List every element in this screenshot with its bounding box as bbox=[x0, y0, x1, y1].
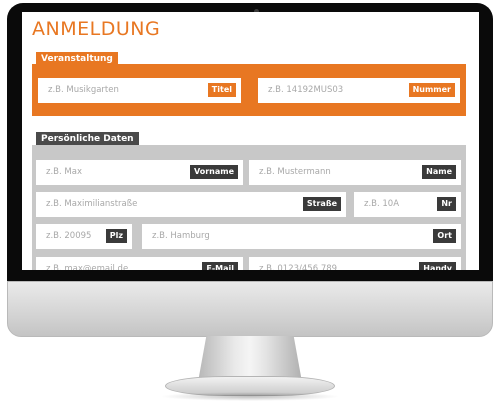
event-number-placeholder: z.B. 14192MUS03 bbox=[268, 85, 344, 95]
lastname-placeholder: z.B. Mustermann bbox=[259, 167, 331, 177]
event-number-label: Nummer bbox=[408, 83, 455, 97]
page-title: ANMELDUNG bbox=[32, 18, 161, 40]
phone-label: Handy bbox=[419, 262, 456, 270]
event-title-label: Titel bbox=[207, 83, 236, 97]
screen: ANMELDUNG Veranstaltung z.B. Musikgarten… bbox=[22, 12, 479, 270]
monitor-stand-shadow bbox=[160, 392, 340, 401]
event-title-placeholder: z.B. Musikgarten bbox=[48, 85, 119, 95]
email-field[interactable]: z.B. max@email.de E-Mail bbox=[36, 257, 243, 270]
event-title-field[interactable]: z.B. Musikgarten Titel bbox=[38, 78, 241, 103]
personal-section: z.B. Max Vorname z.B. Mustermann Name z.… bbox=[32, 145, 466, 270]
zip-field[interactable]: z.B. 20095 Plz bbox=[36, 224, 132, 249]
street-label: Straße bbox=[302, 197, 341, 211]
phone-field[interactable]: z.B. 0123/456 789 Handy bbox=[249, 257, 461, 270]
email-placeholder: z.B. max@email.de bbox=[46, 264, 129, 270]
lastname-field[interactable]: z.B. Mustermann Name bbox=[249, 160, 461, 185]
house-number-label: Nr bbox=[437, 197, 456, 211]
zip-label: Plz bbox=[105, 229, 127, 243]
section-label-personal: Persönliche Daten bbox=[36, 132, 139, 146]
house-number-field[interactable]: z.B. 10A Nr bbox=[354, 192, 461, 217]
house-number-placeholder: z.B. 10A bbox=[364, 199, 400, 209]
street-placeholder: z.B. Maximilianstraße bbox=[46, 199, 138, 209]
phone-placeholder: z.B. 0123/456 789 bbox=[259, 264, 338, 270]
city-field[interactable]: z.B. Hamburg Ort bbox=[142, 224, 461, 249]
city-placeholder: z.B. Hamburg bbox=[152, 231, 210, 241]
firstname-label: Vorname bbox=[189, 165, 238, 179]
zip-placeholder: z.B. 20095 bbox=[46, 231, 92, 241]
email-label: E-Mail bbox=[202, 262, 238, 270]
firstname-placeholder: z.B. Max bbox=[46, 167, 82, 177]
monitor-chin bbox=[7, 281, 493, 337]
event-number-field[interactable]: z.B. 14192MUS03 Nummer bbox=[258, 78, 460, 103]
city-label: Ort bbox=[433, 229, 456, 243]
lastname-label: Name bbox=[422, 165, 456, 179]
firstname-field[interactable]: z.B. Max Vorname bbox=[36, 160, 243, 185]
street-field[interactable]: z.B. Maximilianstraße Straße bbox=[36, 192, 346, 217]
event-section: z.B. Musikgarten Titel z.B. 14192MUS03 N… bbox=[32, 64, 466, 116]
